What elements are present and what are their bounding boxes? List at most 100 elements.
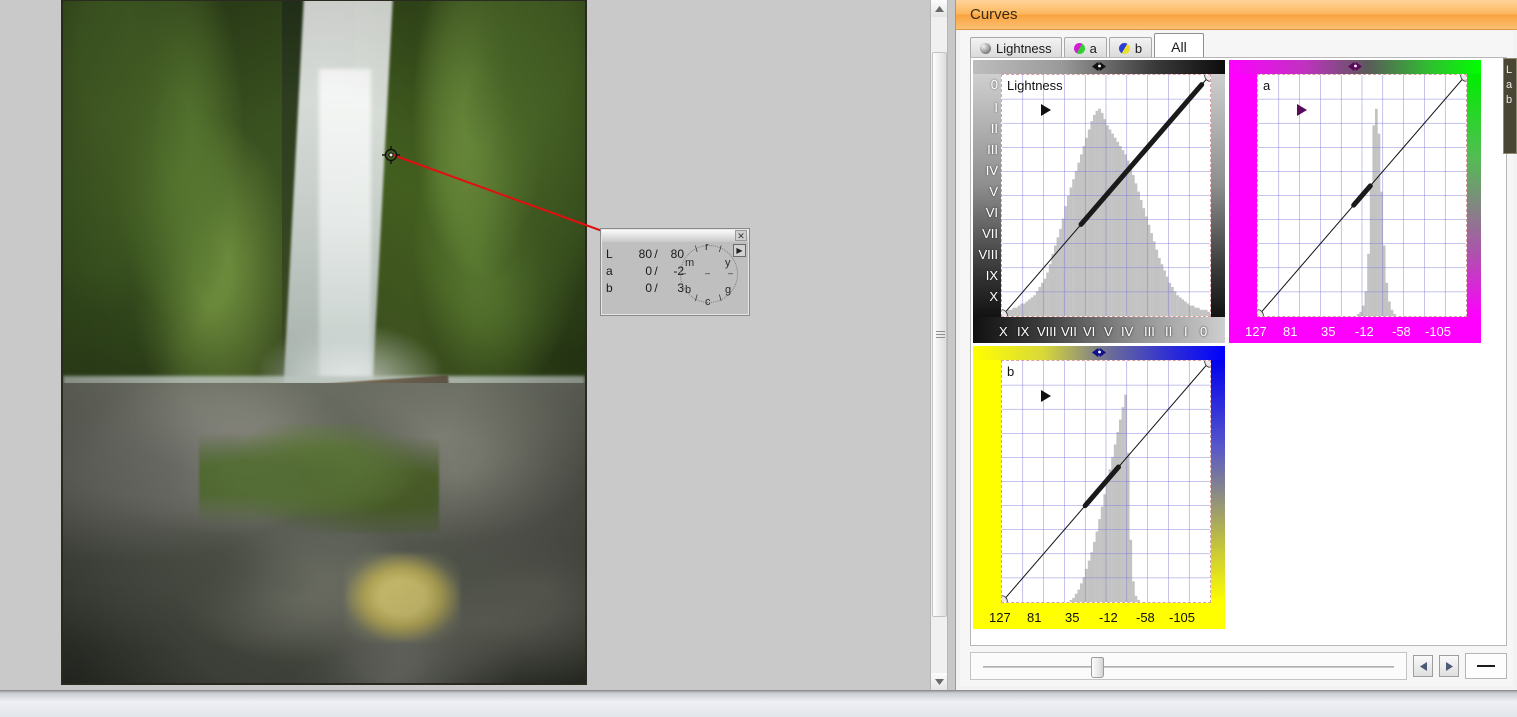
pointer-cursor-icon — [1041, 390, 1051, 402]
arrow-up-icon[interactable] — [931, 0, 947, 17]
lab-readout-popup[interactable]: ✕ ▶ L 80 / 80 a 0 / -2 b 0 / 3 r y g c b… — [600, 228, 750, 316]
gradient-marker-icon[interactable] — [1091, 347, 1107, 358]
waterfall-photo[interactable] — [63, 1, 585, 683]
photo-frame[interactable] — [61, 0, 587, 685]
a-right-gradient — [1467, 74, 1481, 317]
tab-label: All — [1171, 38, 1187, 55]
lab-separator: / — [654, 263, 658, 278]
a-curve[interactable] — [1258, 75, 1466, 316]
a-x-axis: 127 81 35 -12 -58 -105 — [1229, 317, 1481, 343]
tab-a[interactable]: a — [1063, 37, 1107, 59]
lab-value-before: 0 — [645, 280, 652, 295]
scrollbar-grip-icon — [936, 330, 945, 339]
wheel-tick-center: – — [705, 268, 711, 278]
x-tick: 0 — [1200, 324, 1208, 339]
wheel-label-b: b — [685, 284, 692, 296]
b-gradient-strip-top[interactable] — [973, 346, 1225, 360]
b-x-axis: 127 81 35 -12 -58 -105 — [973, 603, 1225, 629]
wheel-label-c: c — [705, 296, 711, 308]
table-row: a 0 / -2 — [606, 262, 684, 279]
arrow-left-icon[interactable] — [1413, 655, 1433, 677]
a-left-gradient — [1229, 74, 1257, 317]
value-slider[interactable] — [970, 652, 1407, 680]
b-curve[interactable] — [1002, 361, 1210, 602]
x-tick: 127 — [989, 610, 1011, 625]
wheel-tick-lower-right: \ — [719, 293, 722, 303]
tab-all[interactable]: All — [1154, 33, 1204, 59]
a-plot[interactable]: a — [1257, 74, 1467, 317]
gradient-marker-icon[interactable] — [1347, 61, 1363, 72]
wheel-label-m: m — [685, 257, 695, 269]
lab-values-table: L 80 / 80 a 0 / -2 b 0 / 3 — [606, 245, 684, 296]
x-tick: VII — [1061, 324, 1077, 339]
pointer-cursor-icon — [1041, 104, 1051, 116]
plot-title: Lightness — [1007, 78, 1063, 93]
wheel-label-r: r — [705, 241, 709, 253]
edge-panel-fragment[interactable]: L a b — [1503, 58, 1517, 154]
sample-point-crosshair-icon[interactable] — [382, 146, 400, 164]
b-right-gradient — [1211, 360, 1225, 603]
wheel-tick-left: – — [681, 268, 687, 278]
tab-label: a — [1089, 41, 1097, 56]
lightness-right-gradient — [1211, 74, 1225, 317]
y-tick: III — [987, 142, 998, 157]
lightness-plot[interactable]: Lightness — [1001, 74, 1211, 317]
lab-channel-label: L — [606, 246, 613, 261]
plot-title: b — [1007, 364, 1015, 379]
bottom-status-strip — [0, 690, 1517, 717]
tab-label: Lightness — [996, 41, 1052, 56]
curve-panel-b[interactable]: b 127 81 35 -12 -58 -105 — [973, 346, 1225, 629]
bottom-control-row — [970, 650, 1507, 682]
edge-panel-line: a — [1506, 79, 1513, 91]
scrollbar-thumb[interactable] — [932, 52, 947, 617]
lightness-gradient-strip-top[interactable] — [973, 60, 1225, 74]
x-tick: I — [1184, 324, 1188, 339]
x-tick: 81 — [1283, 324, 1298, 339]
y-tick: 0 — [990, 77, 998, 92]
arrow-right-icon[interactable] — [1439, 655, 1459, 677]
color-wheel-icon: r y g c b m \ / – – – / \ — [677, 240, 741, 308]
x-tick: III — [1144, 324, 1155, 339]
x-tick: -58 — [1392, 324, 1411, 339]
x-tick: -58 — [1136, 610, 1155, 625]
x-tick: II — [1165, 324, 1173, 339]
canvas-vertical-scrollbar[interactable] — [930, 0, 948, 690]
x-tick: 35 — [1321, 324, 1336, 339]
curve-panel-lightness[interactable]: 0 I II III IV V VI VII VIII IX X Lightne… — [973, 60, 1225, 343]
sphere-magenta-green-icon — [1073, 43, 1085, 54]
minus-icon[interactable] — [1465, 653, 1507, 679]
lightness-y-axis: 0 I II III IV V VI VII VIII IX X — [973, 74, 1001, 317]
tab-b[interactable]: b — [1108, 37, 1153, 59]
lab-separator: / — [654, 280, 658, 295]
curve-panel-a[interactable]: a 127 81 35 -12 -58 -105 — [1229, 60, 1481, 343]
y-tick: VIII — [978, 247, 998, 262]
curves-body: Lightness a b All 0 I II III IV V VI VII… — [960, 31, 1513, 686]
lightness-curve[interactable] — [1002, 75, 1210, 316]
sphere-yellow-blue-icon — [1118, 43, 1130, 54]
wheel-tick-upper-left: \ — [695, 244, 698, 254]
pointer-cursor-icon — [1297, 104, 1307, 116]
table-row: L 80 / 80 — [606, 245, 684, 262]
x-tick: 35 — [1065, 610, 1080, 625]
edge-panel-line: b — [1506, 94, 1513, 106]
photo-layer-vignette — [63, 1, 585, 683]
window-title: Curves — [956, 0, 1517, 30]
slider-thumb[interactable] — [1091, 657, 1104, 678]
edge-panel-line: L — [1506, 64, 1513, 76]
curve-panels-area: 0 I II III IV V VI VII VIII IX X Lightne… — [970, 57, 1507, 646]
wheel-label-g: g — [725, 284, 732, 296]
arrow-down-icon[interactable] — [931, 673, 947, 690]
y-tick: II — [990, 121, 998, 136]
x-tick: -105 — [1425, 324, 1452, 339]
a-gradient-strip-top[interactable] — [1229, 60, 1481, 74]
wheel-tick-right: – — [728, 268, 734, 278]
image-canvas-area[interactable]: ✕ ▶ L 80 / 80 a 0 / -2 b 0 / 3 r y g c b… — [0, 0, 932, 690]
tab-lightness[interactable]: Lightness — [970, 37, 1062, 59]
x-tick: IX — [1017, 324, 1030, 339]
b-plot[interactable]: b — [1001, 360, 1211, 603]
b-left-gradient — [973, 360, 1001, 603]
lightness-x-axis: X IX VIII VII VI V IV III II I 0 — [973, 317, 1225, 343]
sphere-gray-icon — [980, 43, 991, 54]
gradient-marker-icon[interactable] — [1091, 61, 1107, 72]
slider-track[interactable] — [983, 666, 1394, 668]
